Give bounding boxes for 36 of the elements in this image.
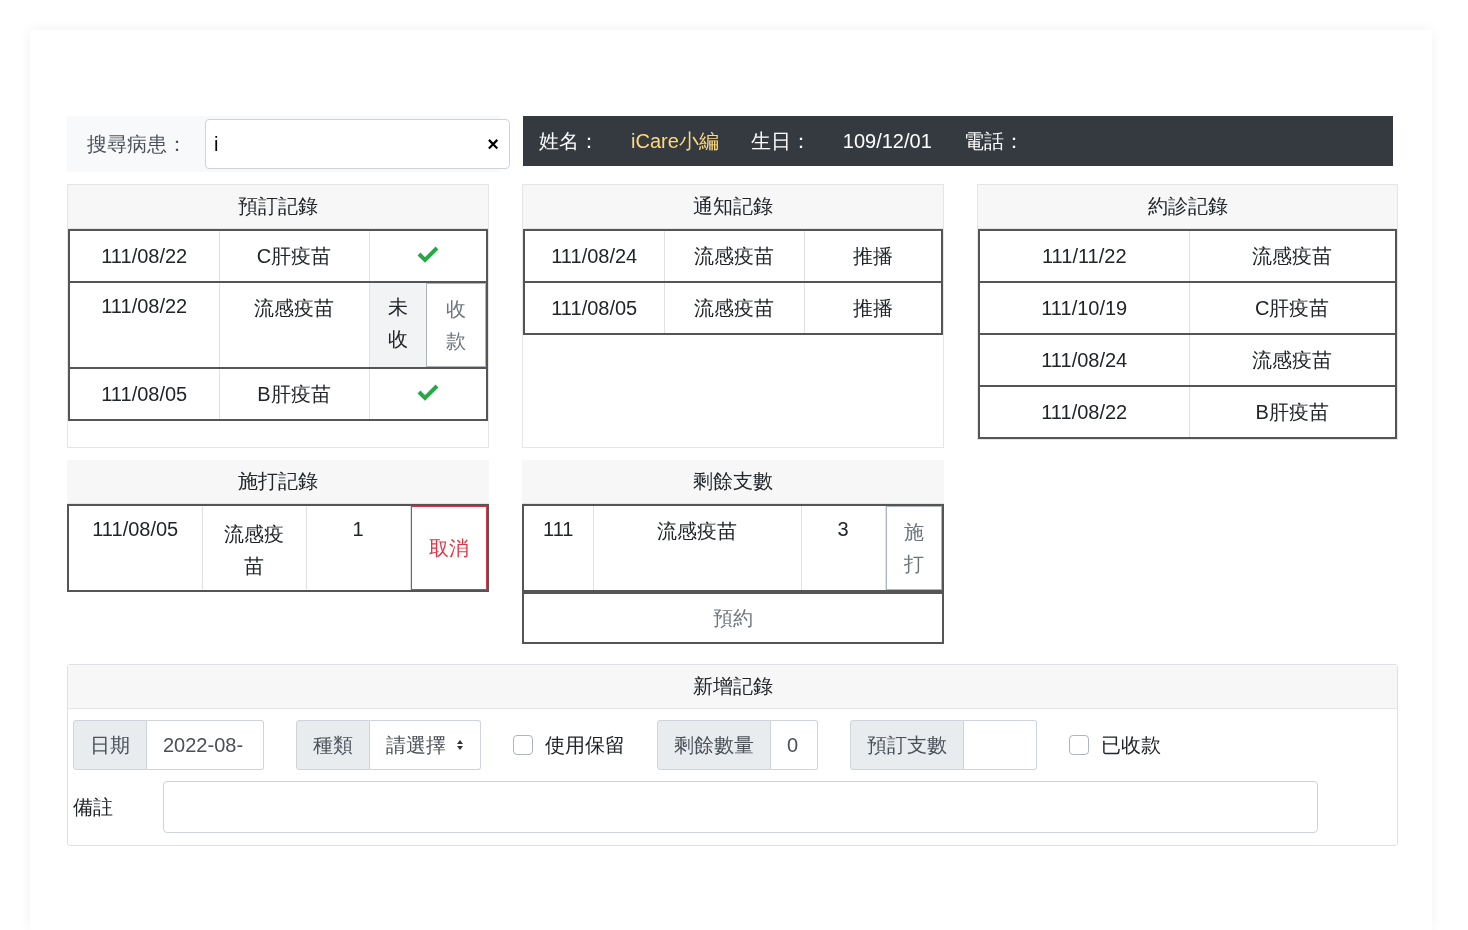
booking-qty-label: 預訂支數 [850,720,964,770]
card-header: 新增記錄 [68,665,1397,709]
type-select[interactable]: 請選擇 [370,720,481,770]
remaining-qty-label: 剩餘數量 [657,720,771,770]
note-field[interactable] [163,781,1318,833]
card-header: 通知記錄 [523,185,943,229]
checkbox-label: 使用保留 [545,732,625,758]
checkbox[interactable] [513,735,533,755]
card-header: 施打記錄 [67,460,489,504]
search-field[interactable]: i × [205,119,510,169]
birthday-value: 109/12/01 [842,129,932,153]
checkbox[interactable] [1069,735,1089,755]
card-header: 剩餘支數 [522,460,944,504]
inject-button[interactable]: 施打 [885,506,942,590]
search-label: 搜尋病患： [87,131,187,157]
remaining-qty-field[interactable]: 0 [771,720,818,770]
card-header: 約診記錄 [978,185,1397,229]
date-field[interactable]: 2022-08- [147,720,264,770]
phone-label: 電話： [963,128,1024,154]
collect-button[interactable]: 收款 [426,283,486,367]
birthday-label: 生日： [750,128,811,154]
type-label: 種類 [296,720,370,770]
note-label: 備註 [73,794,113,820]
checkmark-icon [416,244,439,263]
checkmark-icon [416,382,439,401]
patient-name: iCare小編 [631,128,719,154]
date-label: 日期 [73,720,147,770]
book-button[interactable]: 預約 [522,592,944,644]
checkbox-label: 已收款 [1101,732,1161,758]
booking-qty-field[interactable] [964,720,1037,770]
cancel-button[interactable]: 取消 [410,506,487,590]
name-label: 姓名： [539,128,599,154]
unpaid-status: 未收 [369,283,426,367]
sort-caret-icon [456,739,464,751]
clear-button[interactable]: × [483,132,503,156]
card-header: 預訂記錄 [68,185,488,229]
